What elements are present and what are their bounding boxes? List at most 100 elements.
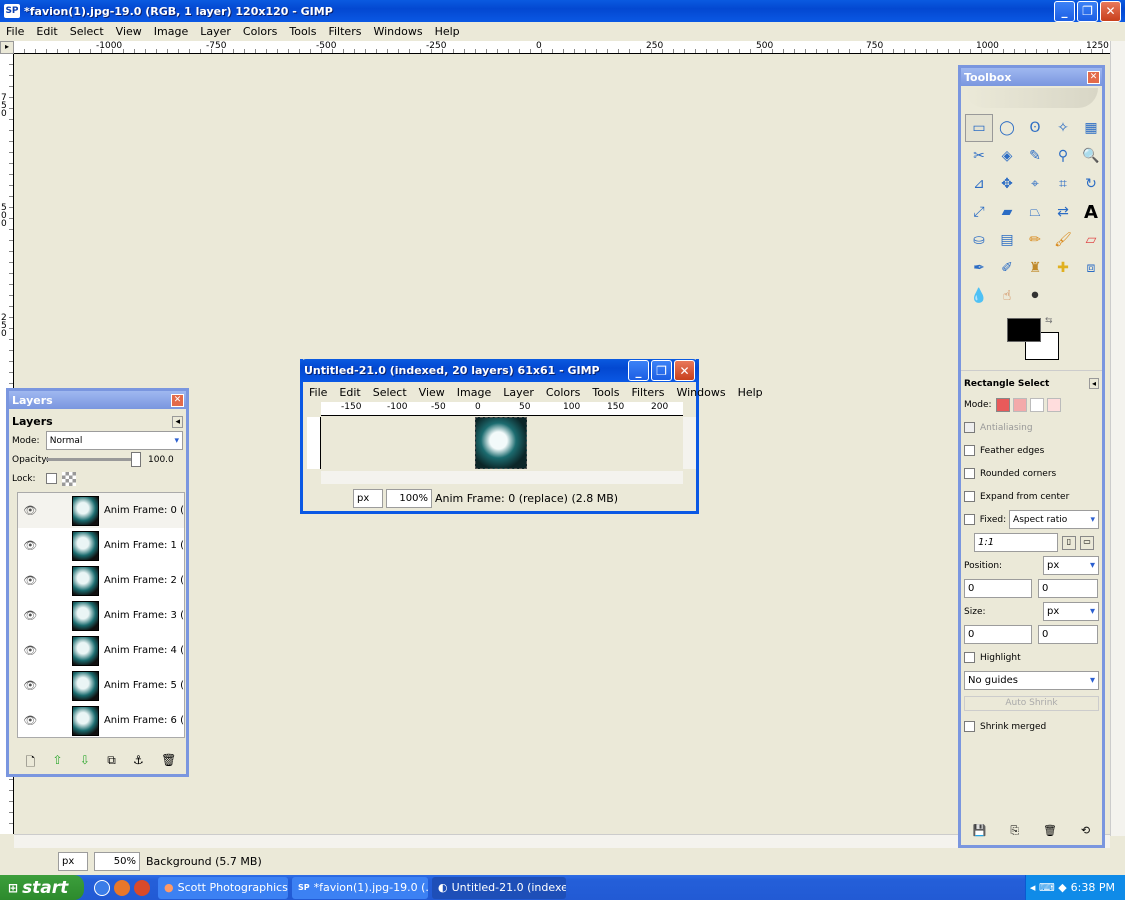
ie-icon[interactable] [94, 879, 110, 896]
lower-layer-icon[interactable]: ⇩ [80, 753, 90, 774]
zoom-select[interactable]: 100% [386, 489, 432, 508]
menu-layer[interactable]: Layer [497, 386, 540, 399]
menu-filters[interactable]: Filters [322, 25, 367, 38]
landscape-icon[interactable]: ▭ [1080, 535, 1094, 550]
menu-windows[interactable]: Windows [670, 386, 731, 399]
move-icon[interactable]: ✥ [993, 170, 1021, 198]
menu-help[interactable]: Help [429, 25, 466, 38]
menu-image[interactable]: Image [451, 386, 497, 399]
eye-icon[interactable]: 👁 [18, 714, 42, 727]
menu-help[interactable]: Help [732, 386, 769, 399]
task-gimp-untitled[interactable]: ◐ Untitled-21.0 (indexe... [432, 876, 566, 899]
text-icon[interactable]: A [1077, 198, 1105, 226]
guides-select[interactable]: No guides ▾ [964, 671, 1099, 690]
horizontal-ruler[interactable]: -1000 -750 -500 -250 0 250 500 750 1000 … [14, 41, 1110, 54]
slider-handle[interactable] [131, 452, 141, 467]
menu-colors[interactable]: Colors [540, 386, 586, 399]
close-icon[interactable]: ✕ [171, 393, 184, 407]
maximize-button[interactable]: ❐ [651, 360, 672, 381]
layer-row[interactable]: 👁 Anim Frame: 2 ( [18, 563, 184, 598]
menu-edit[interactable]: Edit [30, 25, 63, 38]
scissors-icon[interactable]: ✂ [965, 142, 993, 170]
mode-add-icon[interactable] [1012, 397, 1027, 412]
color-select-icon[interactable]: ▦ [1077, 114, 1105, 142]
lock-pixels-checkbox[interactable] [46, 473, 57, 484]
anchor-layer-icon[interactable]: ⚓ [133, 753, 144, 774]
sub-horizontal-ruler[interactable]: -150 -100 -50 0 50 100 150 200 [321, 402, 683, 416]
shrink-merged-checkbox[interactable] [964, 721, 975, 732]
menu-windows[interactable]: Windows [367, 25, 428, 38]
highlight-checkbox[interactable] [964, 652, 975, 663]
delete-layer-icon[interactable]: 🗑 [161, 753, 176, 774]
zoom-select[interactable]: 50% [94, 852, 140, 871]
rect-select-icon[interactable]: ▭ [965, 114, 993, 142]
ruler-corner-button[interactable]: ▸ [0, 41, 14, 54]
layers-title-bar[interactable]: Layers ✕ [9, 391, 186, 409]
mode-subtract-icon[interactable] [1029, 397, 1044, 412]
mode-intersect-icon[interactable] [1046, 397, 1061, 412]
opacity-slider[interactable] [46, 452, 141, 467]
duplicate-layer-icon[interactable]: ⧉ [107, 753, 116, 774]
mode-select[interactable]: Normal ▾ [45, 431, 183, 450]
layer-row[interactable]: 👁 Anim Frame: 4 ( [18, 633, 184, 668]
perspective-icon[interactable]: ⏢ [1021, 198, 1049, 226]
unit-select[interactable]: px [58, 852, 88, 871]
toolbox-title-bar[interactable]: Toolbox ✕ [961, 68, 1102, 86]
sub-vertical-scrollbar[interactable] [683, 417, 696, 469]
shear-icon[interactable]: ▰ [993, 198, 1021, 226]
mode-replace-icon[interactable] [995, 397, 1010, 412]
layer-row[interactable]: 👁 Anim Frame: 1 ( [18, 528, 184, 563]
fixed-select[interactable]: Aspect ratio ▾ [1009, 510, 1099, 529]
position-x-input[interactable]: 0 [964, 579, 1032, 598]
sub-vertical-ruler[interactable] [307, 417, 321, 469]
maximize-button[interactable]: ❐ [1077, 0, 1098, 22]
opacity-value[interactable]: 100.0 [148, 455, 174, 465]
bucket-fill-icon[interactable]: ⛀ [965, 226, 993, 254]
menu-file[interactable]: File [303, 386, 333, 399]
eye-icon[interactable]: 👁 [18, 679, 42, 692]
eye-icon[interactable]: 👁 [18, 504, 42, 517]
auto-shrink-button[interactable]: Auto Shrink [964, 696, 1099, 711]
foreground-color-swatch[interactable] [1007, 318, 1041, 342]
flip-icon[interactable]: ⇄ [1049, 198, 1077, 226]
zoom-icon[interactable]: 🔍 [1077, 142, 1105, 170]
menu-edit[interactable]: Edit [333, 386, 366, 399]
layer-row[interactable]: 👁 Anim Frame: 0 ( [18, 493, 184, 528]
position-y-input[interactable]: 0 [1038, 579, 1098, 598]
lasso-icon[interactable]: ʘ [1021, 114, 1049, 142]
ink-icon[interactable]: ✐ [993, 254, 1021, 282]
menu-view[interactable]: View [413, 386, 451, 399]
menu-layer[interactable]: Layer [194, 25, 237, 38]
eye-icon[interactable]: 👁 [18, 609, 42, 622]
eraser-icon[interactable]: ▱ [1077, 226, 1105, 254]
tray-icons[interactable]: ◂ ⌨ ◆ [1030, 881, 1067, 894]
new-layer-icon[interactable]: 🗋 [26, 753, 36, 774]
media-player-icon[interactable] [134, 879, 150, 896]
color-picker-icon[interactable]: ⚲ [1049, 142, 1077, 170]
pencil-icon[interactable]: ✏ [1021, 226, 1049, 254]
menu-view[interactable]: View [110, 25, 148, 38]
measure-icon[interactable]: ⊿ [965, 170, 993, 198]
align-icon[interactable]: ⌖ [1021, 170, 1049, 198]
size-y-input[interactable]: 0 [1038, 625, 1098, 644]
raise-layer-icon[interactable]: ⇧ [53, 753, 63, 774]
expand-checkbox[interactable] [964, 491, 975, 502]
task-firefox[interactable]: ●Scott Photographics |... [158, 876, 288, 899]
menu-select[interactable]: Select [367, 386, 413, 399]
layer-row[interactable]: 👁 Anim Frame: 6 ( [18, 703, 184, 737]
start-button[interactable]: ⊞ start [0, 875, 84, 900]
menu-colors[interactable]: Colors [237, 25, 283, 38]
size-x-input[interactable]: 0 [964, 625, 1032, 644]
perspective-clone-icon[interactable]: ⧈ [1077, 254, 1105, 282]
airbrush-icon[interactable]: ✒ [965, 254, 993, 282]
lock-alpha-icon[interactable] [62, 471, 76, 486]
paths-icon[interactable]: ✎ [1021, 142, 1049, 170]
position-unit-select[interactable]: px ▾ [1043, 556, 1099, 575]
fuzzy-select-icon[interactable]: ✧ [1049, 114, 1077, 142]
ellipse-select-icon[interactable]: ◯ [993, 114, 1021, 142]
task-gimp-main[interactable]: SP *favion(1).jpg-19.0 (... [292, 876, 428, 899]
close-button[interactable]: ✕ [674, 360, 695, 381]
eye-icon[interactable]: 👁 [18, 539, 42, 552]
sub-title-bar[interactable]: Untitled-21.0 (indexed, 20 layers) 61x61… [300, 359, 699, 382]
scale-icon[interactable]: ⤢ [965, 198, 993, 226]
